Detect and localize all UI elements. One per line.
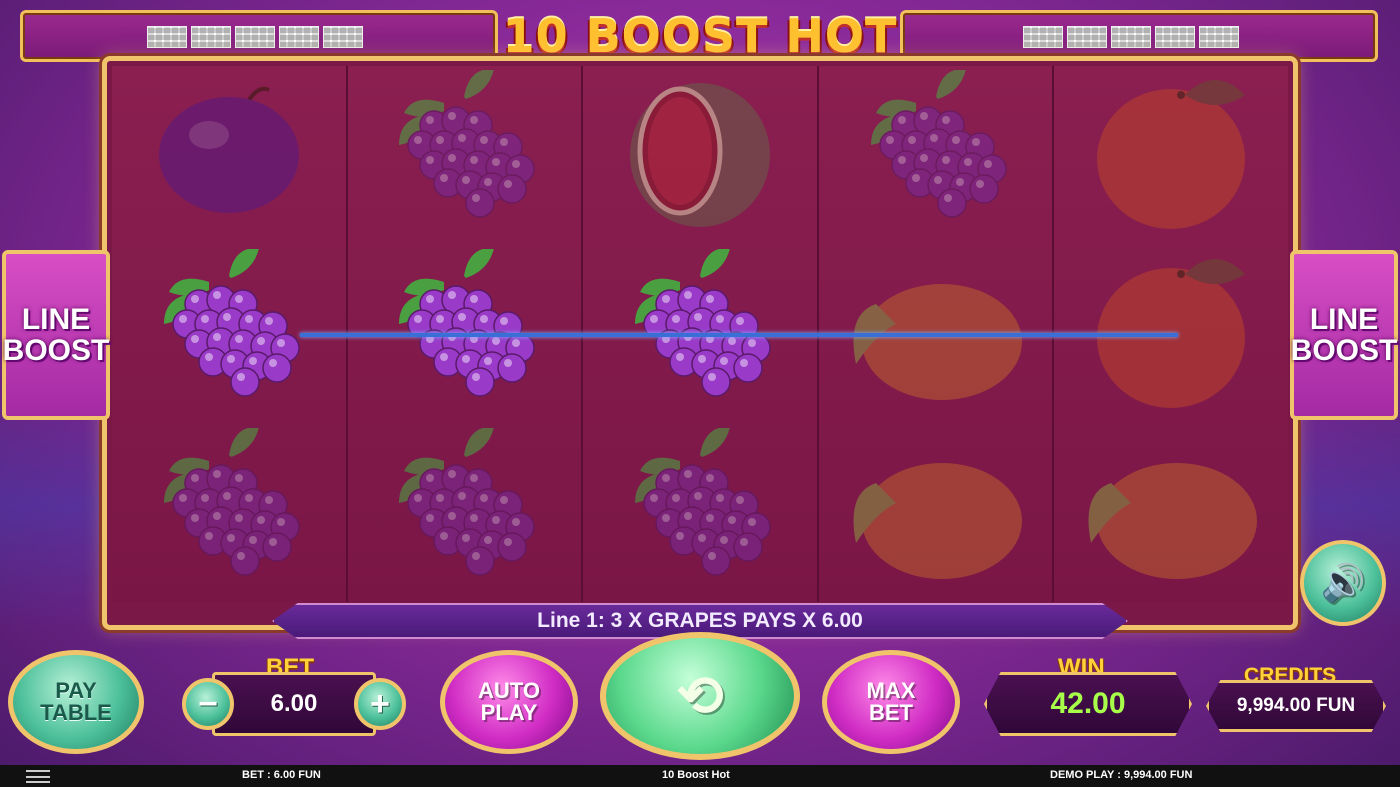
line-indicator [1155,26,1195,48]
line-indicators-right [1023,26,1239,48]
reel-symbol-grapes [583,424,817,602]
sound-toggle-button[interactable]: 🔊 [1300,540,1386,626]
line-indicator [1199,26,1239,48]
max-bet-button[interactable]: MAX BET [822,650,960,754]
line-indicator [323,26,363,48]
line-boost-label-top: LINE [21,302,91,336]
win-value: 42.00 [984,672,1192,736]
line-indicator [279,26,319,48]
pay-table-label-2: TABLE [40,700,112,725]
spin-icon: ⟲ [676,664,724,727]
auto-play-button[interactable]: AUTO PLAY [440,650,578,754]
header-panel-right [900,10,1378,62]
grapes-icon [399,70,536,218]
line-indicator [147,26,187,48]
reel-symbol-lemon [819,424,1053,602]
status-demo-play: DEMO PLAY : 9,994.00 FUN [1050,769,1193,781]
line-indicator [1067,26,1107,48]
reel-symbol-grapes [819,66,1053,244]
line-indicator [1111,26,1151,48]
reel-symbol-plum [112,66,346,244]
line-boost-right-button[interactable]: LINE BOOST [1290,250,1398,420]
line-boost-label-bottom: BOOST [2,334,110,367]
bet-decrease-button[interactable]: − [182,678,234,730]
watermelon-icon [629,83,770,227]
grapes-icon [163,428,300,576]
auto-play-label-2: PLAY [480,700,538,725]
sound-icon: 🔊 [1320,562,1366,603]
reel-symbol-grapes [348,424,582,602]
reel-symbol-grapes [348,66,582,244]
line-indicator [235,26,275,48]
grapes-icon [870,70,1007,218]
grapes-icon [399,428,536,576]
payline-1 [300,333,1178,337]
line-indicator [191,26,231,48]
reel-symbol-watermelon [583,66,817,244]
status-bet: BET : 6.00 FUN [242,769,321,781]
bet-increase-button[interactable]: + [354,678,406,730]
line-boost-left-button[interactable]: LINE BOOST [2,250,110,420]
max-bet-label-2: BET [868,700,913,725]
auto-play-label-1: AUTO [478,678,540,703]
bet-value: 6.00 [212,672,376,736]
header-panel-left [20,10,498,62]
line-indicators-left [147,26,363,48]
max-bet-label-1: MAX [866,678,916,703]
menu-icon[interactable] [26,770,50,783]
grapes-icon [634,428,771,576]
lemon-icon [853,463,1022,579]
plum-icon [158,86,299,213]
lemon-icon [1088,463,1258,579]
line-boost-label-bottom: BOOST [1290,334,1398,367]
reel-symbol-lemon [1054,424,1288,602]
status-game-name: 10 Boost Hot [662,769,730,781]
line-boost-label-top: LINE [1309,302,1379,336]
reel-symbol-orange [1054,66,1288,244]
reel-symbol-grapes [112,424,346,602]
orange-icon [1097,80,1246,229]
spin-button[interactable]: ⟲ [600,632,800,760]
grapes-icon [163,249,300,397]
line-indicator [1023,26,1063,48]
credits-value: 9,994.00 FUN [1206,680,1386,732]
pay-table-label-1: PAY [55,678,97,703]
status-bar: BET : 6.00 FUN 10 Boost Hot DEMO PLAY : … [0,765,1400,787]
pay-table-button[interactable]: PAY TABLE [8,650,144,754]
